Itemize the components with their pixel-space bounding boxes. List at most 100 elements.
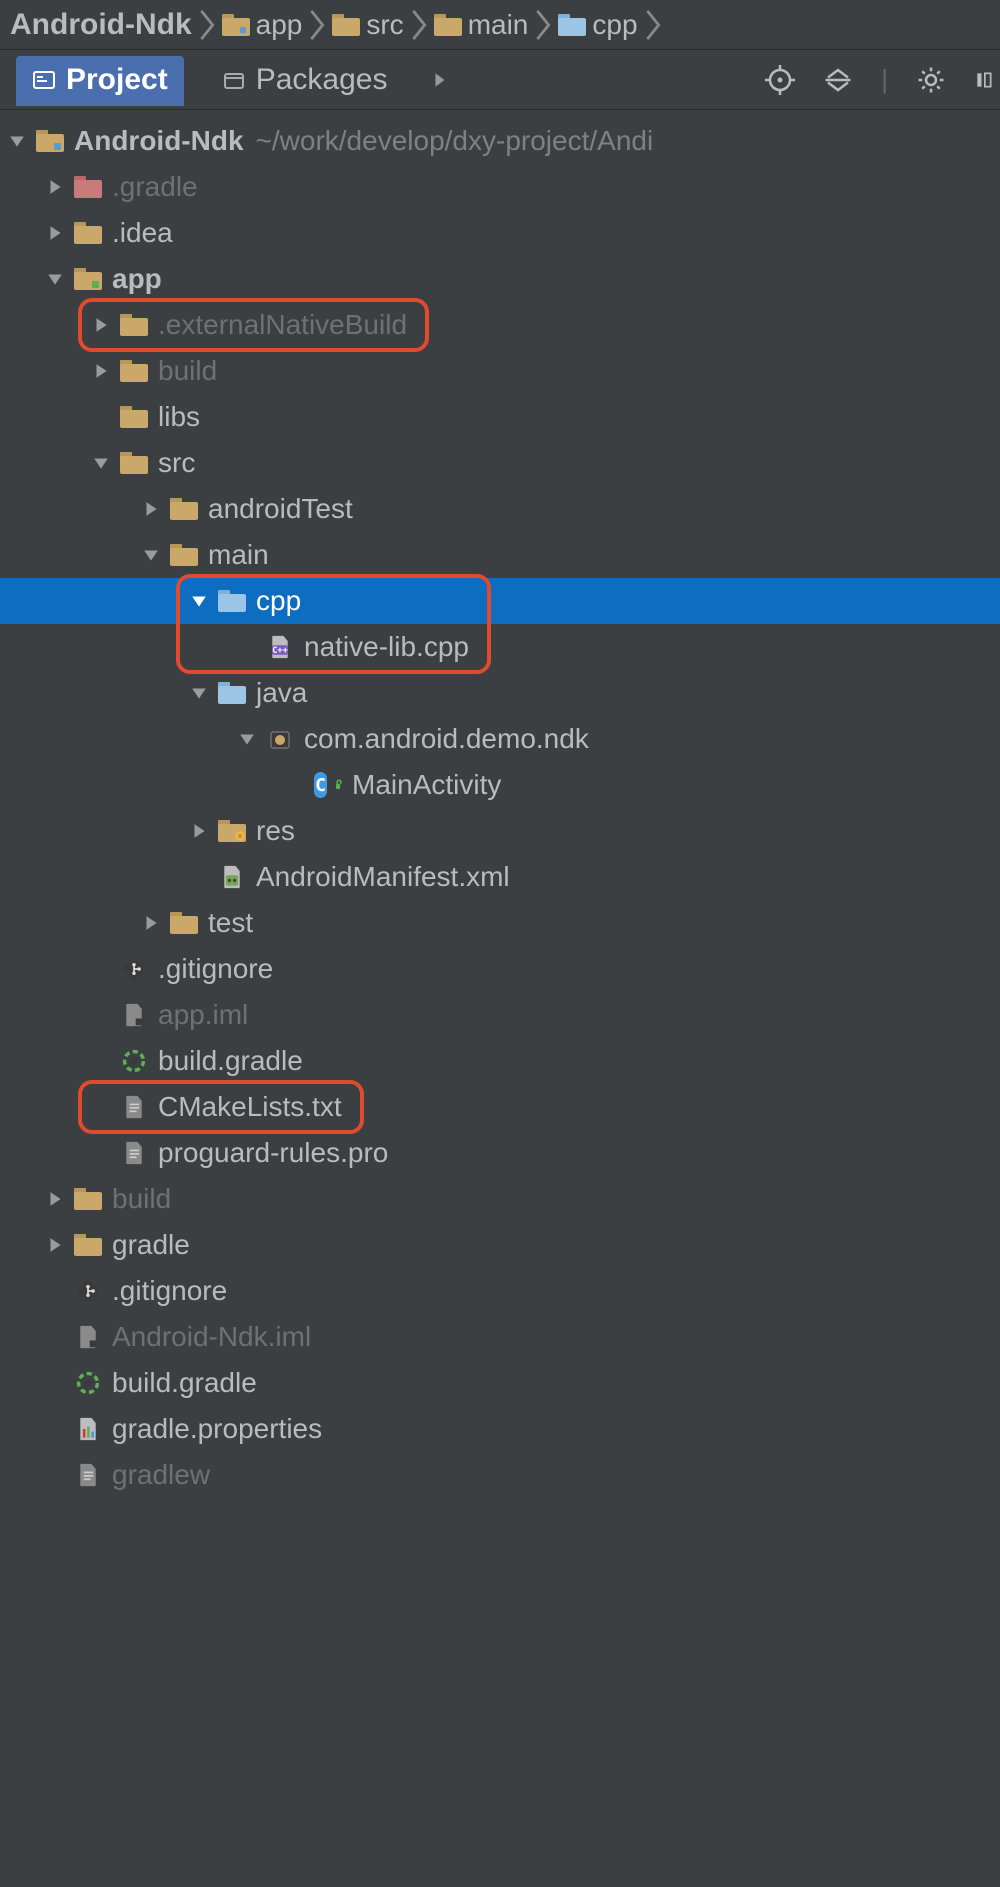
expand-right-icon[interactable]	[46, 178, 64, 196]
tree-item[interactable]: gradlew	[0, 1452, 1000, 1498]
tree-label: .gradle	[112, 171, 198, 203]
tree-item[interactable]: .idea	[0, 210, 1000, 256]
folder-icon	[74, 1233, 102, 1257]
expand-right-icon[interactable]	[92, 362, 110, 380]
expand-right-icon[interactable]	[142, 914, 160, 932]
gradle-icon	[120, 1049, 148, 1073]
tree-item[interactable]: build	[0, 348, 1000, 394]
bc-root[interactable]: Android-Ndk	[6, 8, 196, 42]
bc-label: Android-Ndk	[10, 8, 192, 42]
folder-icon	[218, 681, 246, 705]
tree-item[interactable]: build	[0, 1176, 1000, 1222]
tree-item[interactable]: CMainActivity	[0, 762, 1000, 808]
manifest-icon	[218, 865, 246, 889]
root-path: ~/work/develop/dxy-project/Andi	[256, 125, 654, 157]
expand-right-icon[interactable]	[46, 1190, 64, 1208]
expand-right-icon[interactable]	[46, 224, 64, 242]
tree-item[interactable]: build.gradle	[0, 1360, 1000, 1406]
file-icon	[74, 1325, 102, 1349]
gear-icon[interactable]	[916, 65, 946, 95]
tree-label: proguard-rules.pro	[158, 1137, 388, 1169]
bc-app[interactable]: app	[218, 9, 307, 41]
tab-packages[interactable]: Packages	[206, 56, 404, 104]
hide-icon[interactable]	[974, 65, 994, 95]
tree-item[interactable]: AndroidManifest.xml	[0, 854, 1000, 900]
tree-label: build	[112, 1183, 171, 1215]
tree-item[interactable]: Android-Ndk.iml	[0, 1314, 1000, 1360]
tree-label: build.gradle	[112, 1367, 257, 1399]
bc-src[interactable]: src	[328, 9, 407, 41]
tree-label: .idea	[112, 217, 173, 249]
expand-down-icon[interactable]	[46, 270, 64, 288]
tree-label: androidTest	[208, 493, 353, 525]
tree-item[interactable]: main	[0, 532, 1000, 578]
folder-icon	[74, 221, 102, 245]
tree-item[interactable]: .externalNativeBuild	[0, 302, 1000, 348]
tree-item[interactable]: libs	[0, 394, 1000, 440]
expand-tabs-icon[interactable]	[431, 71, 449, 89]
expand-down-icon[interactable]	[238, 730, 256, 748]
tree-item[interactable]: build.gradle	[0, 1038, 1000, 1084]
tree-item[interactable]: androidTest	[0, 486, 1000, 532]
tree-item[interactable]: C++native-lib.cpp	[0, 624, 1000, 670]
expand-down-icon[interactable]	[190, 592, 208, 610]
bc-main[interactable]: main	[430, 9, 533, 41]
folder-icon	[170, 911, 198, 935]
chevron-right-icon	[410, 8, 428, 42]
expand-right-icon[interactable]	[142, 500, 160, 518]
bc-label: src	[366, 9, 403, 41]
tree-label: gradle	[112, 1229, 190, 1261]
tree-item[interactable]: com.android.demo.ndk	[0, 716, 1000, 762]
tree-item[interactable]: java	[0, 670, 1000, 716]
tree-item[interactable]: .gradle	[0, 164, 1000, 210]
folder-icon	[120, 405, 148, 429]
folder-icon	[120, 359, 148, 383]
expand-right-icon[interactable]	[190, 822, 208, 840]
tree-item[interactable]: .gitignore	[0, 946, 1000, 992]
project-icon	[32, 68, 56, 92]
chevron-right-icon	[308, 8, 326, 42]
breadcrumb: Android-Ndk app src main cpp	[0, 0, 1000, 50]
folder-icon	[170, 497, 198, 521]
folder-icon	[74, 175, 102, 199]
expand-right-icon[interactable]	[46, 1236, 64, 1254]
tree-item[interactable]: app.iml	[0, 992, 1000, 1038]
bc-cpp[interactable]: cpp	[554, 9, 641, 41]
tool-window-tabs: Project Packages |	[0, 50, 1000, 110]
tree-root[interactable]: Android-Ndk ~/work/develop/dxy-project/A…	[0, 118, 1000, 164]
expand-down-icon[interactable]	[190, 684, 208, 702]
expand-right-icon[interactable]	[92, 316, 110, 334]
expand-down-icon[interactable]	[142, 546, 160, 564]
tab-project[interactable]: Project	[16, 56, 184, 104]
tree-item[interactable]: cpp	[0, 578, 1000, 624]
git-icon	[74, 1279, 102, 1303]
tree-item[interactable]: test	[0, 900, 1000, 946]
tree-label: cpp	[256, 585, 301, 617]
chevron-right-icon	[534, 8, 552, 42]
tree-label: java	[256, 677, 307, 709]
tree-item[interactable]: proguard-rules.pro	[0, 1130, 1000, 1176]
tree-item[interactable]: gradle	[0, 1222, 1000, 1268]
expand-down-icon[interactable]	[92, 454, 110, 472]
tab-label: Project	[66, 63, 168, 97]
tree-item[interactable]: gradle.properties	[0, 1406, 1000, 1452]
tree-label: MainActivity	[352, 769, 501, 801]
tree-label: .externalNativeBuild	[158, 309, 407, 341]
root-name: Android-Ndk	[74, 125, 244, 157]
tree-item[interactable]: .gitignore	[0, 1268, 1000, 1314]
cpp-file-icon: C++	[266, 635, 294, 659]
tree-label: test	[208, 907, 253, 939]
folder-icon	[120, 451, 148, 475]
tree-item[interactable]: app	[0, 256, 1000, 302]
tree-label: app	[112, 263, 162, 295]
tree-label: Android-Ndk.iml	[112, 1321, 311, 1353]
properties-icon	[74, 1417, 102, 1441]
tree-item[interactable]: src	[0, 440, 1000, 486]
collapse-icon[interactable]	[823, 65, 853, 95]
packages-icon	[222, 68, 246, 92]
text-file-icon	[120, 1095, 148, 1119]
tree-item[interactable]: CMakeLists.txt	[0, 1084, 1000, 1130]
expand-icon[interactable]	[8, 132, 26, 150]
tree-item[interactable]: res	[0, 808, 1000, 854]
target-icon[interactable]	[765, 65, 795, 95]
